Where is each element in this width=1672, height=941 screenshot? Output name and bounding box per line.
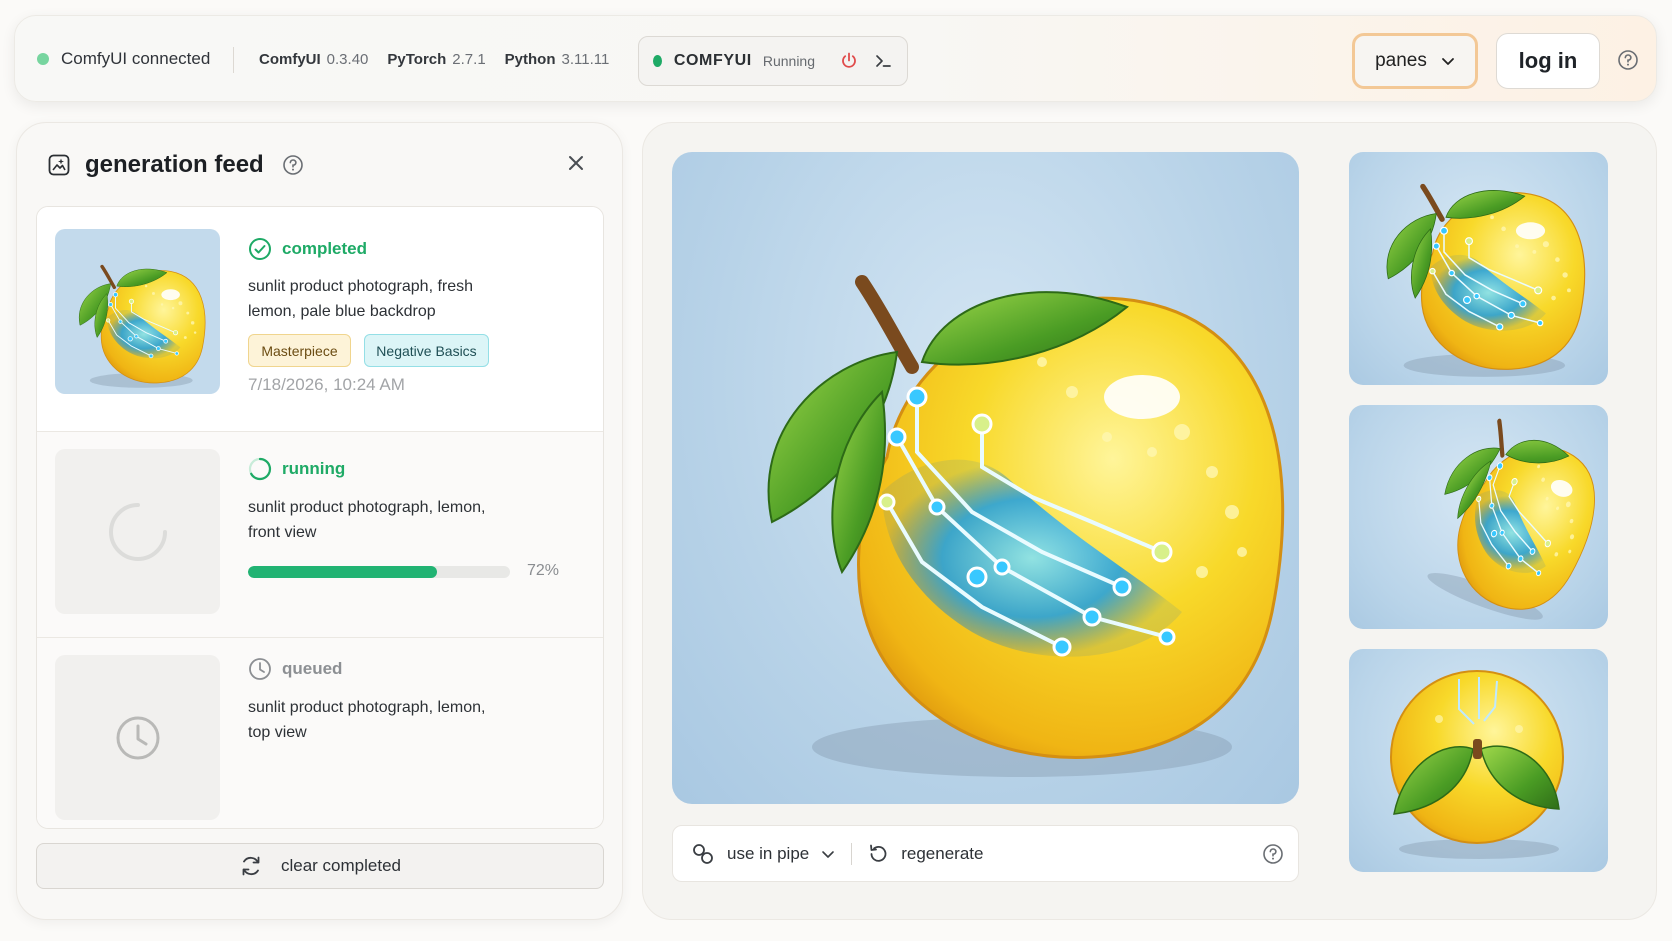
chevron-down-icon [822, 850, 835, 858]
divider [851, 842, 853, 865]
use-in-pipe-button[interactable]: use in pipe [691, 842, 835, 866]
check-circle-icon [249, 238, 271, 260]
help-icon[interactable] [282, 154, 304, 176]
connection-status: ComfyUI connected [37, 49, 210, 69]
service-control: COMFYUI Running [638, 36, 908, 86]
thumbnail-placeholder [55, 655, 220, 820]
feed-item-queued[interactable]: queued sunlit product photograph, lemon,… [37, 638, 603, 828]
panel-title: generation feed [85, 151, 264, 178]
divider [233, 47, 234, 73]
progress-bar [248, 566, 510, 578]
image-toolbar: use in pipe regenerate [672, 825, 1299, 882]
regenerate-button[interactable]: regenerate [867, 843, 983, 865]
terminal-icon[interactable] [873, 50, 893, 72]
tag-masterpiece[interactable]: Masterpiece [248, 334, 351, 367]
version-list: ComfyUI 0.3.40 PyTorch 2.7.1 Python 3.11.11 [259, 51, 609, 68]
prompt-text: sunlit product photograph, fresh lemon, … [248, 278, 474, 320]
service-status: Running [762, 53, 815, 69]
top-bar: ComfyUI connected ComfyUI 0.3.40 PyTorch 2… [14, 15, 1657, 102]
generation-feed-panel: generation feed completed sunlit product… [16, 122, 623, 920]
main-preview-image[interactable] [672, 152, 1299, 804]
panes-dropdown[interactable]: panes [1352, 33, 1478, 89]
feed-list: completed sunlit product photograph, fre… [36, 206, 604, 829]
feed-item-completed[interactable]: completed sunlit product photograph, fre… [37, 207, 603, 432]
spinner-icon [108, 502, 167, 561]
feed-header: generation feed [47, 151, 304, 179]
spinner-icon [248, 457, 272, 481]
clock-icon [116, 716, 159, 759]
chevron-down-icon [1441, 58, 1454, 65]
variant-thumbnail-3[interactable] [1349, 649, 1608, 872]
thumbnail-placeholder [55, 449, 220, 614]
image-viewer-panel: use in pipe regenerate [642, 122, 1657, 920]
version-pytorch: PyTorch 2.7.1 [387, 51, 486, 68]
variant-thumbnail-2[interactable] [1349, 405, 1608, 629]
refresh-icon [242, 856, 260, 876]
tag-negative-basics[interactable]: Negative Basics [364, 334, 489, 367]
service-name: COMFYUI [673, 52, 752, 69]
power-icon[interactable] [839, 50, 859, 72]
link-icon [693, 843, 713, 864]
service-status-dot-icon [653, 55, 662, 67]
panes-label: panes [1375, 50, 1427, 71]
progress-percent: 72% [527, 562, 560, 579]
status-running: running [248, 457, 345, 481]
undo-icon [870, 844, 887, 862]
status-queued: queued [248, 657, 342, 681]
feed-item-running[interactable]: running sunlit product photograph, lemon… [37, 432, 603, 638]
timestamp: 7/18/2026, 10:24 AM [248, 375, 405, 394]
variant-thumbnail-1[interactable] [1349, 152, 1608, 385]
version-comfyui: ComfyUI 0.3.40 [259, 51, 369, 68]
connection-dot-icon [37, 53, 49, 65]
help-icon[interactable] [1262, 843, 1284, 870]
prompt-text: sunlit product photograph, lemon, top vi… [248, 699, 486, 741]
clear-completed-button[interactable]: clear completed [36, 843, 604, 889]
clock-icon [249, 658, 271, 680]
progress-fill [248, 566, 437, 578]
connection-status-label: ComfyUI connected [61, 49, 211, 68]
prompt-text: sunlit product photograph, lemon, front … [248, 499, 486, 541]
close-icon[interactable] [566, 153, 586, 178]
status-completed: completed [248, 237, 367, 261]
login-button[interactable]: log in [1496, 33, 1600, 89]
version-python: Python 3.11.11 [504, 51, 610, 68]
help-icon[interactable] [1617, 49, 1639, 76]
result-thumbnail[interactable] [55, 229, 220, 394]
image-sparkle-icon [48, 154, 70, 176]
